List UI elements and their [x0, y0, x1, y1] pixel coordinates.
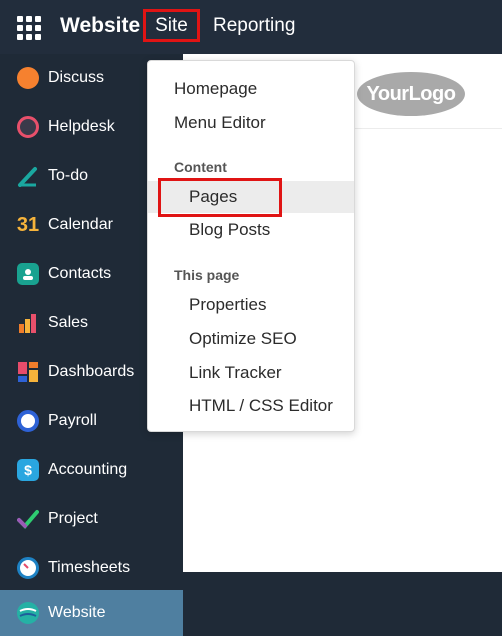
page-footer-area: [183, 572, 502, 636]
menu-reporting[interactable]: Reporting: [213, 15, 295, 37]
sidebar-item-label: Contacts: [48, 265, 112, 282]
menu-item-pages[interactable]: Pages: [148, 181, 354, 213]
sidebar-item-timesheets[interactable]: Timesheets: [0, 544, 183, 592]
discuss-icon: [17, 67, 39, 89]
contacts-icon: [17, 263, 39, 285]
calendar-icon: 31: [16, 213, 40, 236]
sidebar-item-label: Project: [48, 510, 98, 527]
top-navbar: Website Site Reporting: [0, 0, 502, 54]
site-dropdown-menu: Homepage Menu Editor Content Pages Blog …: [147, 60, 355, 432]
accounting-icon: $: [17, 459, 39, 481]
sidebar-item-label: Website: [48, 604, 106, 621]
menu-site[interactable]: Site: [143, 9, 200, 42]
helpdesk-icon: [17, 116, 39, 138]
site-logo: YourLogo: [357, 72, 465, 116]
menu-section-content: Content: [174, 159, 227, 175]
menu-item-link-tracker[interactable]: Link Tracker: [148, 357, 354, 389]
sidebar-item-label: Dashboards: [48, 363, 135, 380]
payroll-icon: [17, 410, 39, 432]
website-icon: [17, 602, 39, 624]
sales-icon: [17, 312, 39, 334]
menu-item-optimize-seo[interactable]: Optimize SEO: [148, 323, 354, 355]
menu-item-menu-editor[interactable]: Menu Editor: [148, 107, 354, 139]
sidebar-item-label: Accounting: [48, 461, 128, 478]
menu-item-blog-posts[interactable]: Blog Posts: [148, 214, 354, 246]
app-brand[interactable]: Website: [60, 14, 140, 38]
menu-item-properties[interactable]: Properties: [148, 289, 354, 321]
timesheets-icon: [17, 557, 39, 579]
sidebar-item-label: Helpdesk: [48, 118, 115, 135]
sidebar-item-label: Payroll: [48, 412, 97, 429]
menu-item-html-css-editor[interactable]: HTML / CSS Editor: [148, 390, 354, 422]
sidebar-item-label: Sales: [48, 314, 89, 331]
sidebar-item-label: Calendar: [48, 216, 113, 233]
project-icon: [17, 508, 39, 530]
menu-item-homepage[interactable]: Homepage: [148, 73, 354, 105]
todo-icon: [17, 165, 39, 187]
sidebar-item-label: To-do: [48, 167, 89, 184]
dashboards-icon: [17, 361, 39, 383]
menu-section-this-page: This page: [174, 267, 240, 283]
apps-grid-icon[interactable]: [17, 16, 41, 40]
sidebar-item-website[interactable]: Website: [0, 590, 183, 636]
sidebar-item-accounting[interactable]: $ Accounting: [0, 446, 183, 494]
sidebar-item-label: Discuss: [48, 69, 105, 86]
sidebar-item-project[interactable]: Project: [0, 495, 183, 543]
sidebar-item-label: Timesheets: [48, 559, 131, 576]
